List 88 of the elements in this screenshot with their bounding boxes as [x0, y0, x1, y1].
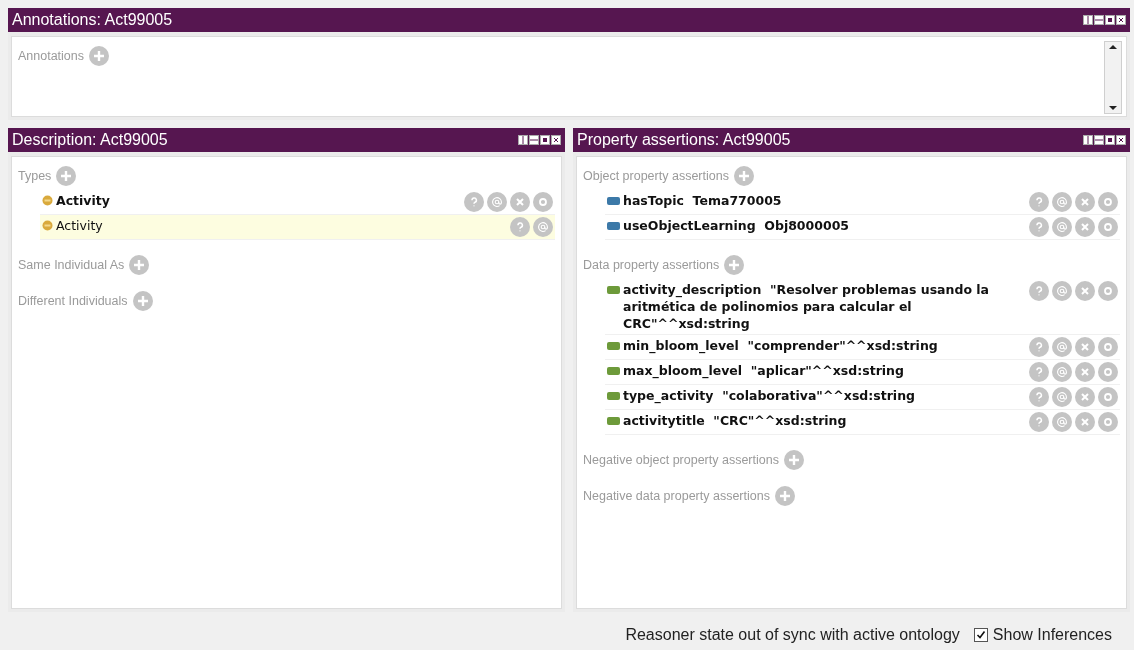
add-icon[interactable]	[56, 166, 77, 186]
assertion-text: type_activity "colaborativa"^^xsd:string	[623, 387, 915, 404]
class-icon	[42, 220, 53, 231]
data-property-icon	[607, 417, 620, 425]
close-icon[interactable]	[1116, 15, 1126, 25]
assertion-text: hasTopic Tema770005	[623, 192, 782, 209]
split-vertical-icon[interactable]	[1083, 15, 1093, 25]
help-icon[interactable]	[1029, 281, 1049, 301]
at-sign-icon[interactable]	[1052, 412, 1072, 432]
help-icon[interactable]	[1029, 337, 1049, 357]
section-label: Data property assertions	[583, 258, 720, 272]
at-sign-icon[interactable]	[533, 217, 553, 237]
section-label: Annotations	[18, 49, 85, 63]
assertion-text: activitytitle "CRC"^^xsd:string	[623, 412, 847, 429]
close-icon[interactable]	[551, 135, 561, 145]
add-icon[interactable]	[724, 255, 745, 275]
asserted-row[interactable]: activity_description "Resolver problemas usando la aritmética de polinomios para calcular el CRC"^^xsd:string	[605, 279, 1120, 335]
data-property-icon	[607, 342, 620, 350]
ring-icon[interactable]	[1098, 387, 1118, 407]
section-label: Negative data property assertions	[583, 489, 770, 503]
assertion-text: Activity	[56, 192, 110, 209]
help-icon[interactable]	[1029, 412, 1049, 432]
at-sign-icon[interactable]	[1052, 281, 1072, 301]
asserted-row[interactable]: useObjectLearning Obj8000005	[605, 215, 1120, 240]
assertion-text: activity_description "Resolver problemas usando la aritmética de polinomios para calcular el CRC"^^xsd:string	[623, 281, 991, 332]
close-icon[interactable]	[1116, 135, 1126, 145]
add-icon[interactable]	[783, 450, 804, 470]
section-label: Object property assertions	[583, 169, 729, 183]
class-icon	[42, 195, 53, 206]
asserted-row[interactable]: activitytitle "CRC"^^xsd:string	[605, 410, 1120, 435]
scrollbar[interactable]	[1104, 41, 1122, 114]
add-icon[interactable]	[774, 486, 795, 506]
assertion-text: Activity	[56, 217, 103, 234]
data-property-icon	[607, 392, 620, 400]
checkbox-label[interactable]: Show Inferences	[992, 626, 1112, 644]
at-sign-icon[interactable]	[1052, 362, 1072, 382]
at-sign-icon[interactable]	[1052, 192, 1072, 212]
help-icon[interactable]	[1029, 217, 1049, 237]
asserted-row[interactable]: Activity	[40, 190, 555, 215]
asserted-row[interactable]: hasTopic Tema770005	[605, 190, 1120, 215]
ring-icon[interactable]	[1098, 217, 1118, 237]
at-sign-icon[interactable]	[1052, 217, 1072, 237]
inferred-row[interactable]: Activity	[40, 215, 555, 240]
at-sign-icon[interactable]	[487, 192, 507, 212]
assertion-text: useObjectLearning Obj8000005	[623, 217, 850, 234]
asserted-row[interactable]: max_bloom_level "aplicar"^^xsd:string	[605, 360, 1120, 385]
ring-icon[interactable]	[1098, 281, 1118, 301]
panel-title: Property assertions: Act99005	[577, 131, 791, 149]
split-vertical-icon[interactable]	[518, 135, 528, 145]
add-icon[interactable]	[129, 255, 150, 275]
data-property-icon	[607, 367, 620, 375]
help-icon[interactable]	[1029, 192, 1049, 212]
ring-icon[interactable]	[1098, 192, 1118, 212]
split-vertical-icon[interactable]	[1083, 135, 1093, 145]
assertion-text: max_bloom_level "aplicar"^^xsd:string	[623, 362, 904, 379]
asserted-row[interactable]: min_bloom_level "comprender"^^xsd:string	[605, 335, 1120, 360]
ring-icon[interactable]	[1098, 337, 1118, 357]
object-property-icon	[607, 222, 620, 230]
section-label: Different Individuals	[18, 294, 128, 308]
checkmark-icon	[975, 630, 986, 640]
scroll-up-icon[interactable]	[1108, 42, 1118, 52]
assertion-text: min_bloom_level "comprender"^^xsd:string	[623, 337, 938, 354]
section-label: Same Individual As	[18, 258, 125, 272]
object-property-icon	[607, 197, 620, 205]
maximize-icon[interactable]	[540, 135, 550, 145]
add-icon[interactable]	[132, 291, 153, 311]
maximize-icon[interactable]	[1105, 15, 1115, 25]
ring-icon[interactable]	[533, 192, 553, 212]
panel-title: Description: Act99005	[12, 131, 168, 149]
section-label: Negative object property assertions	[583, 453, 779, 467]
section-label: Types	[18, 169, 52, 183]
at-sign-icon[interactable]	[1052, 387, 1072, 407]
ring-icon[interactable]	[1098, 362, 1118, 382]
maximize-icon[interactable]	[1105, 135, 1115, 145]
asserted-row[interactable]: type_activity "colaborativa"^^xsd:string	[605, 385, 1120, 410]
scroll-down-icon[interactable]	[1108, 103, 1118, 113]
add-icon[interactable]	[89, 46, 110, 66]
help-icon[interactable]	[510, 217, 530, 237]
data-property-icon	[607, 286, 620, 294]
at-sign-icon[interactable]	[1052, 337, 1072, 357]
ring-icon[interactable]	[1098, 412, 1118, 432]
help-icon[interactable]	[1029, 362, 1049, 382]
add-icon[interactable]	[733, 166, 754, 186]
panel-title: Annotations: Act99005	[12, 11, 173, 29]
help-icon[interactable]	[1029, 387, 1049, 407]
help-icon[interactable]	[464, 192, 484, 212]
status-message: Reasoner state out of sync with active ontology	[625, 626, 960, 644]
show-inferences-checkbox[interactable]	[973, 628, 988, 642]
